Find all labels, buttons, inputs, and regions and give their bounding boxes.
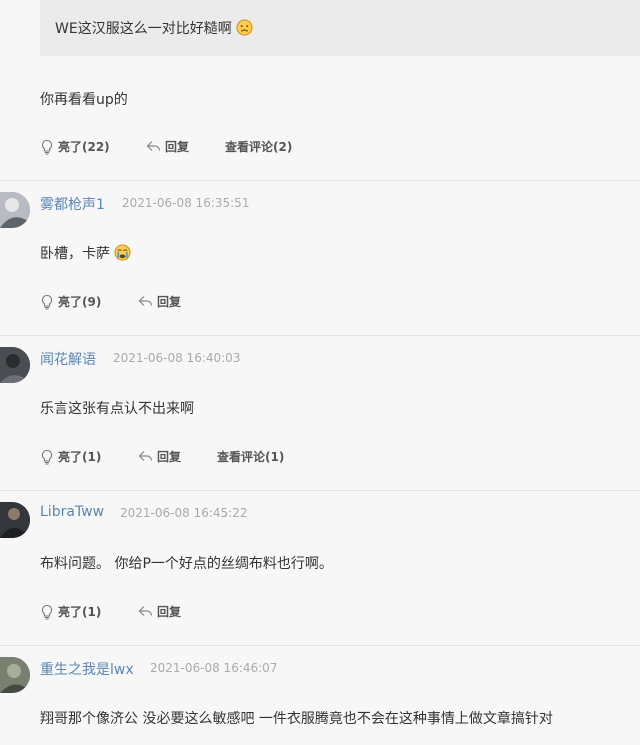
- like-button[interactable]: 亮了(22): [40, 138, 110, 155]
- reply-label: 回复: [157, 450, 182, 464]
- reply-button[interactable]: 回复: [138, 603, 181, 620]
- reply-arrow-icon: [146, 141, 161, 151]
- comment-text: 乐言这张有点认不出来啊: [40, 401, 194, 417]
- view-comments-link[interactable]: 查看评论(2): [225, 138, 292, 155]
- lightbulb-icon: [41, 294, 53, 310]
- like-count: 亮了(22): [58, 140, 110, 154]
- lightbulb-icon: [41, 449, 53, 465]
- reply-text: 你再看看up的: [40, 92, 128, 108]
- avatar[interactable]: [0, 502, 30, 538]
- reply-button[interactable]: 回复: [138, 293, 181, 310]
- like-button[interactable]: 亮了(1): [40, 448, 101, 465]
- reply-label: 回复: [165, 140, 190, 154]
- divider: [0, 180, 640, 181]
- username[interactable]: LibraTww: [40, 504, 104, 520]
- username[interactable]: 重生之我是lwx: [40, 659, 134, 679]
- quoted-comment: WE这汉服这么一对比好糙啊: [40, 0, 640, 56]
- timestamp: 2021-06-08 16:46:07: [150, 661, 278, 675]
- view-comments-label: 查看评论(2): [225, 140, 293, 154]
- username[interactable]: 闻花解语: [40, 349, 96, 369]
- comment-text: 翔哥那个像济公 没必要这么敏感吧 一件衣服腾竟也不会在这种事情上做文章搞针对: [40, 711, 553, 727]
- divider: [0, 490, 640, 491]
- avatar[interactable]: [0, 192, 30, 228]
- avatar[interactable]: [0, 657, 30, 693]
- reply-button[interactable]: 回复: [146, 138, 189, 155]
- divider: [0, 645, 640, 646]
- crying-face-icon: [114, 244, 131, 261]
- like-button[interactable]: 亮了(1): [40, 603, 101, 620]
- view-comments-link[interactable]: 查看评论(1): [217, 448, 284, 465]
- like-count: 亮了(1): [58, 605, 102, 619]
- reply-label: 回复: [157, 295, 182, 309]
- avatar[interactable]: [0, 347, 30, 383]
- quoted-comment-text: WE这汉服这么一对比好糙啊: [55, 21, 232, 37]
- reply-arrow-icon: [138, 296, 153, 306]
- reply-arrow-icon: [138, 606, 153, 616]
- timestamp: 2021-06-08 16:40:03: [113, 351, 241, 365]
- like-count: 亮了(9): [58, 295, 102, 309]
- like-count: 亮了(1): [58, 450, 102, 464]
- divider: [0, 335, 640, 336]
- reply-button[interactable]: 回复: [138, 448, 181, 465]
- comment-text: 布料问题。 你给P一个好点的丝绸布料也行啊。: [40, 556, 333, 572]
- like-button[interactable]: 亮了(9): [40, 293, 101, 310]
- comment-text: 卧槽，卡萨: [40, 243, 131, 263]
- timestamp: 2021-06-08 16:35:51: [122, 196, 250, 210]
- reply-arrow-icon: [138, 451, 153, 461]
- lightbulb-icon: [41, 139, 53, 155]
- lightbulb-icon: [41, 604, 53, 620]
- timestamp: 2021-06-08 16:45:22: [120, 506, 248, 520]
- username[interactable]: 雾都枪声1: [40, 194, 105, 214]
- view-comments-label: 查看评论(1): [217, 450, 285, 464]
- reply-label: 回复: [157, 605, 182, 619]
- sad-face-icon: [236, 19, 253, 36]
